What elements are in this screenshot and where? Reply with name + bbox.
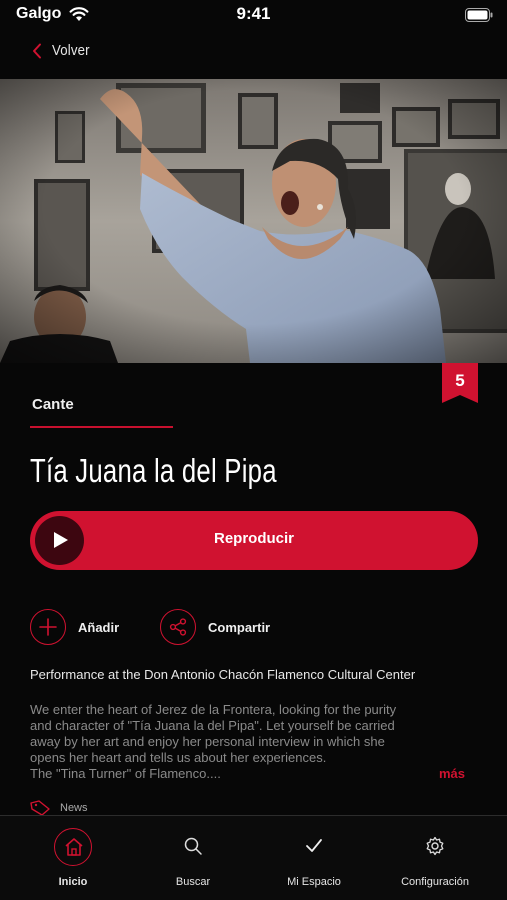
battery-icon bbox=[465, 8, 493, 22]
content-title: Tía Juana la del Pipa bbox=[30, 452, 277, 489]
description-line: We enter the heart of Jerez de la Fronte… bbox=[30, 702, 397, 717]
tab-bar: Inicio Buscar Mi Espacio Configuración bbox=[0, 815, 507, 900]
tag-icon bbox=[30, 800, 50, 816]
tab-configuracion[interactable]: Configuración bbox=[375, 816, 495, 900]
play-label: Reproducir bbox=[213, 530, 294, 547]
tag-item[interactable]: News bbox=[30, 800, 88, 816]
tab-icon-ring bbox=[54, 828, 92, 866]
gear-icon bbox=[426, 836, 444, 856]
tab-mi-espacio[interactable]: Mi Espacio bbox=[254, 816, 374, 900]
rank-number: 5 bbox=[455, 371, 465, 390]
description-line: away by her art and enjoy her personal i… bbox=[30, 734, 385, 749]
tab-icon-ring bbox=[174, 828, 212, 866]
tab-icon-ring bbox=[295, 828, 333, 866]
tag-label: News bbox=[60, 802, 88, 814]
chevron-left-icon bbox=[33, 43, 41, 58]
category-underline bbox=[30, 426, 173, 428]
tab-label: Mi Espacio bbox=[287, 876, 341, 888]
checkmark-icon bbox=[306, 839, 322, 852]
tab-label: Buscar bbox=[175, 876, 211, 888]
tab-buscar[interactable]: Buscar bbox=[133, 816, 253, 900]
category-label: Cante bbox=[32, 396, 74, 413]
description-line: and character of "Tía Juana la del Pipa"… bbox=[30, 718, 395, 733]
content-subtitle: Performance at the Don Antonio Chacón Fl… bbox=[30, 667, 416, 682]
hero-photo-illustration bbox=[0, 79, 507, 363]
status-time: 9:41 bbox=[236, 4, 271, 23]
tab-label: Configuración bbox=[401, 876, 469, 888]
add-circle bbox=[30, 609, 66, 645]
back-button[interactable]: Volver bbox=[32, 42, 95, 59]
status-bar: Galgo 9:41 bbox=[0, 0, 507, 30]
tab-inicio[interactable]: Inicio bbox=[13, 816, 133, 900]
play-button[interactable]: Reproducir bbox=[30, 511, 478, 570]
description-line: opens her heart and tells us about her e… bbox=[30, 750, 327, 765]
add-button[interactable]: Añadir bbox=[30, 609, 119, 645]
share-button[interactable]: Compartir bbox=[160, 609, 270, 645]
back-label: Volver bbox=[52, 42, 90, 59]
hero-image bbox=[0, 79, 507, 363]
search-icon bbox=[184, 837, 202, 855]
add-label: Añadir bbox=[78, 619, 120, 635]
tab-icon-ring bbox=[416, 828, 454, 866]
description-line: The "Tina Turner" of Flamenco.... bbox=[30, 766, 221, 781]
home-icon bbox=[65, 838, 83, 856]
content-description: We enter the heart of Jerez de la Fronte… bbox=[30, 702, 450, 782]
rank-badge: 5 bbox=[442, 363, 478, 403]
share-circle bbox=[160, 609, 196, 645]
plus-icon bbox=[39, 618, 57, 636]
more-link[interactable]: más bbox=[439, 766, 465, 781]
share-label: Compartir bbox=[208, 619, 271, 635]
tab-label: Inicio bbox=[58, 876, 88, 888]
share-icon bbox=[169, 618, 187, 636]
